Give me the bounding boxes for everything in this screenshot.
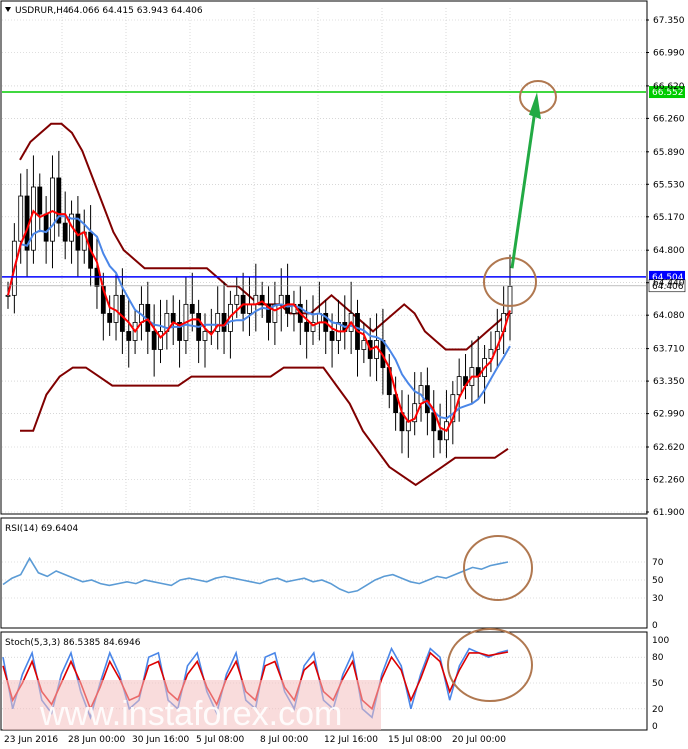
y-tick-label: 64.440 (653, 279, 685, 289)
x-tick-label: 5 Jul 08:00 (196, 735, 245, 745)
candle-body (126, 331, 132, 341)
x-tick-label: 30 Jun 16:00 (132, 735, 189, 745)
y-tick-label: 62.260 (653, 476, 685, 486)
stoch-tick-label: 80 (652, 653, 664, 663)
x-tick-label: 28 Jun 00:00 (68, 735, 125, 745)
y-tick-label: 66.990 (653, 48, 685, 58)
candle-body (234, 294, 240, 305)
candle-body (43, 213, 49, 242)
candle-body (151, 331, 157, 350)
candle-body (361, 340, 367, 350)
candle-body (189, 303, 195, 314)
watermark: www.instaforex.com (39, 695, 342, 733)
candle-body (50, 177, 55, 242)
candle-body (119, 294, 125, 332)
x-tick-label: 15 Jul 08:00 (388, 735, 442, 745)
rsi-tick-label: 50 (652, 576, 664, 586)
candle-body (456, 376, 462, 396)
candle-body (329, 331, 335, 341)
y-tick-label: 64.080 (653, 311, 685, 321)
trading-chart: 64.50466.55264.406 67.35066.99066.62066.… (0, 0, 686, 745)
candle-body (507, 285, 513, 314)
x-tick-label: 20 Jul 00:00 (452, 735, 506, 745)
candle-body (437, 430, 443, 441)
candle-body (424, 385, 430, 414)
rsi-title: RSI(14) 69.6404 (5, 524, 78, 534)
candle-body (247, 303, 252, 314)
rsi-tick-label: 0 (652, 621, 658, 631)
y-tick-label: 64.800 (653, 246, 685, 256)
time-axis: 23 Jun 2016 28 Jun 00:00 30 Jun 16:00 5 Jul… (4, 735, 506, 745)
y-tick-label: 62.620 (653, 443, 685, 453)
y-tick-label: 66.260 (653, 114, 685, 124)
candle-body (170, 312, 176, 323)
candle-body (405, 421, 411, 432)
rsi-panel (0, 517, 648, 629)
x-tick-label: 23 Jun 2016 (4, 735, 58, 745)
candle-body (37, 186, 43, 215)
y-tick-label: 63.710 (653, 345, 685, 355)
y-tick-label: 62.990 (653, 410, 685, 420)
candle-body (202, 331, 208, 341)
rsi-tick-label: 30 (652, 594, 664, 604)
price-panel (0, 0, 648, 515)
y-tick-label: 67.350 (653, 16, 685, 26)
y-tick-label: 65.890 (653, 148, 685, 158)
candle-body (304, 322, 310, 332)
chart-symbol: USDRUR,H4 (15, 6, 69, 16)
y-tick-label: 65.530 (653, 180, 685, 190)
candle-body (278, 294, 284, 305)
y-tick-label: 61.900 (653, 508, 685, 518)
chart-ohlc: 64.066 64.415 63.943 64.406 (68, 6, 203, 16)
candle-body (18, 195, 24, 242)
y-tick-label: 65.170 (653, 213, 685, 223)
y-tick-label: 63.350 (653, 377, 685, 387)
candle-body (107, 312, 113, 323)
rsi-tick-label: 70 (652, 558, 664, 568)
candle-body (62, 222, 68, 242)
x-tick-label: 8 Jul 00:00 (260, 735, 309, 745)
stoch-tick-label: 50 (652, 679, 664, 689)
stoch-tick-label: 20 (652, 705, 664, 715)
stoch-tick-label: 0 (652, 722, 658, 732)
y-tick-label: 66.620 (653, 82, 685, 92)
candle-body (31, 186, 36, 251)
stoch-title: Stoch(5,3,3) 86.5385 84.6946 (5, 638, 141, 648)
candle-body (5, 294, 11, 297)
x-tick-label: 12 Jul 16:00 (324, 735, 378, 745)
stoch-tick-label: 100 (652, 636, 669, 646)
